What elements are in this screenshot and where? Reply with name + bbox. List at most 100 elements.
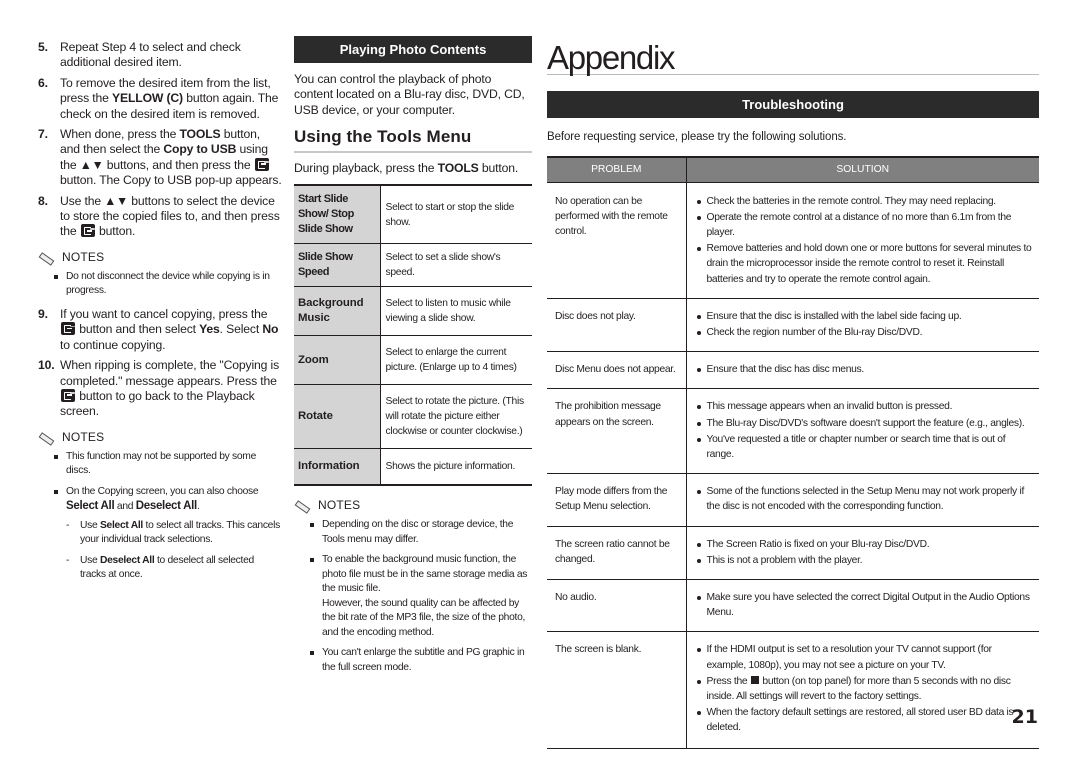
option-name: Slide Show Speed (294, 243, 381, 288)
option-name: Rotate (294, 384, 381, 450)
step-9: 9. If you want to cancel copying, press … (38, 307, 282, 353)
option-name: Information (294, 448, 381, 487)
table-row: Zoom Select to enlarge the current pictur… (294, 335, 532, 386)
solution-item: If the HDMI output is set to a resolutio… (695, 642, 1034, 672)
solution-item: Check the batteries in the remote contro… (695, 194, 1034, 209)
solution-list: Some of the functions selected in the Se… (695, 484, 1034, 514)
column-header-problem: PROBLEM (547, 156, 687, 183)
section-band-troubleshooting: Troubleshooting (547, 91, 1039, 118)
solution-list: The Screen Ratio is fixed on your Blu-ra… (695, 537, 1034, 568)
solution-list: Ensure that the disc is installed with t… (695, 309, 1034, 340)
option-name: Start Slide Show/ Stop Slide Show (294, 186, 381, 245)
solution-item: Press the button (on top panel) for more… (695, 674, 1034, 704)
instruction-text: During playback, press the TOOLS button. (294, 161, 532, 187)
table-row: The screen ratio cannot be changed. The S… (547, 526, 1039, 580)
solution-cell: Ensure that the disc is installed with t… (686, 298, 1039, 353)
note-item: Depending on the disc or storage device,… (310, 518, 532, 547)
problem-cell: The prohibition message appears on the s… (547, 388, 687, 475)
solution-cell: The Screen Ratio is fixed on your Blu-ra… (686, 526, 1039, 580)
notes-heading: NOTES (38, 430, 282, 444)
solution-cell: Make sure you have selected the correct … (686, 579, 1039, 633)
pencil-icon (38, 251, 54, 263)
step-text: Repeat Step 4 to select and check additi… (60, 40, 241, 70)
problem-cell: Disc Menu does not appear. (547, 351, 687, 390)
solution-item: When the factory default settings are re… (695, 705, 1034, 735)
table-row: Background Music Select to listen to musi… (294, 286, 532, 337)
step-text: If you want to cancel copying, press the… (60, 306, 279, 352)
problem-cell: Play mode differs from the Setup Menu se… (547, 473, 687, 527)
page-title: Appendix (547, 36, 1039, 76)
intro-text: Before requesting service, please try th… (547, 131, 847, 143)
solution-list: If the HDMI output is set to a resolutio… (695, 642, 1034, 735)
option-description: Select to listen to music while viewing … (380, 286, 532, 337)
problem-cell: The screen is blank. (547, 631, 687, 749)
solution-list: Check the batteries in the remote contro… (695, 194, 1034, 287)
enter-button-icon (80, 224, 95, 238)
solution-item: Some of the functions selected in the Se… (695, 484, 1034, 514)
step-number: 9. (38, 306, 48, 321)
step-number: 7. (38, 127, 48, 142)
step-6: 6. To remove the desired item from the l… (38, 76, 282, 122)
section-band-playing-photo: Playing Photo Contents (294, 36, 532, 63)
step-number: 8. (38, 193, 48, 208)
option-name: Background Music (294, 286, 381, 337)
page-number: 21 (1011, 706, 1038, 728)
problem-cell: No audio. (547, 579, 687, 633)
stop-button-icon (750, 676, 759, 685)
solution-item: The Screen Ratio is fixed on your Blu-ra… (695, 537, 1034, 552)
step-text: Use the ▲▼ buttons to select the device … (60, 193, 280, 239)
table-row: Play mode differs from the Setup Menu se… (547, 473, 1039, 527)
table-row: Disc does not play. Ensure that the disc … (547, 298, 1039, 353)
troubleshooting-table: PROBLEM SOLUTION No operation can be per… (547, 156, 1039, 749)
pencil-icon (294, 499, 310, 511)
notes-list: Do not disconnect the device while copyi… (38, 270, 282, 299)
step-number: 5. (38, 40, 48, 54)
note-item: To enable the background music function,… (310, 553, 532, 640)
step-7: 7. When done, press the TOOLS button, an… (38, 127, 282, 189)
solution-cell: Check the batteries in the remote contro… (686, 182, 1039, 299)
solution-item: This is not a problem with the player. (695, 553, 1034, 568)
step-number: 10. (38, 358, 55, 373)
note-item: You can't enlarge the subtitle and PG gr… (310, 646, 532, 675)
intro-paragraph: You can control the playback of photo co… (294, 72, 525, 117)
solution-item: The Blu-ray Disc/DVD's software doesn't … (695, 416, 1034, 431)
notes-heading: NOTES (38, 250, 282, 264)
step-text: To remove the desired item from the list… (60, 75, 279, 121)
step-text: When done, press the TOOLS button, and t… (60, 127, 282, 188)
enter-button-icon (254, 157, 269, 171)
sub-note-item: Use Deselect All to deselect all selecte… (66, 554, 282, 583)
solution-item: Make sure you have selected the correct … (695, 590, 1034, 620)
solution-cell: If the HDMI output is set to a resolutio… (686, 631, 1039, 749)
solution-list: Make sure you have selected the correct … (695, 590, 1034, 620)
notes-list: This function may not be supported by so… (38, 450, 282, 583)
sub-notes-list: Use Select All to select all tracks. Thi… (66, 519, 282, 583)
step-8: 8. Use the ▲▼ buttons to select the devi… (38, 194, 282, 240)
option-description: Select to rotate the picture. (This will… (380, 384, 532, 450)
enter-button-icon (61, 322, 75, 336)
table-row: Slide Show Speed Select to set a slide sh… (294, 243, 532, 288)
solution-list: This message appears when an invalid but… (695, 399, 1034, 462)
table-row: Rotate Select to rotate the picture. (Thi… (294, 384, 532, 450)
note-item: On the Copying screen, you can also choo… (54, 485, 282, 583)
option-description: Select to enlarge the current picture. (… (380, 335, 532, 386)
step-5: 5. Repeat Step 4 to select and check add… (38, 40, 282, 71)
section-title: Using the Tools Menu (294, 127, 532, 154)
problem-cell: The screen ratio cannot be changed. (547, 526, 687, 580)
solution-cell: Ensure that the disc has disc menus. (686, 351, 1039, 390)
table-row: The prohibition message appears on the s… (547, 388, 1039, 475)
note-item: Do not disconnect the device while copyi… (54, 270, 282, 299)
note-item: This function may not be supported by so… (54, 450, 282, 479)
notes-heading: NOTES (294, 498, 532, 512)
solution-item: Remove batteries and hold down one or mo… (695, 241, 1034, 287)
option-description: Select to start or stop the slide show. (380, 186, 532, 245)
table-row: Information Shows the picture information… (294, 448, 532, 487)
sub-note-item: Use Select All to select all tracks. Thi… (66, 519, 282, 548)
column-header-solution: SOLUTION (686, 156, 1039, 183)
tools-menu-table: Start Slide Show/ Stop Slide Show Select … (294, 186, 532, 487)
solution-cell: Some of the functions selected in the Se… (686, 473, 1039, 527)
step-10: 10. When ripping is complete, the "Copyi… (38, 358, 282, 420)
table-header-row: PROBLEM SOLUTION (547, 156, 1039, 183)
solution-list: Ensure that the disc has disc menus. (695, 362, 1034, 377)
problem-cell: No operation can be performed with the r… (547, 182, 687, 299)
table-row: Disc Menu does not appear. Ensure that th… (547, 351, 1039, 390)
